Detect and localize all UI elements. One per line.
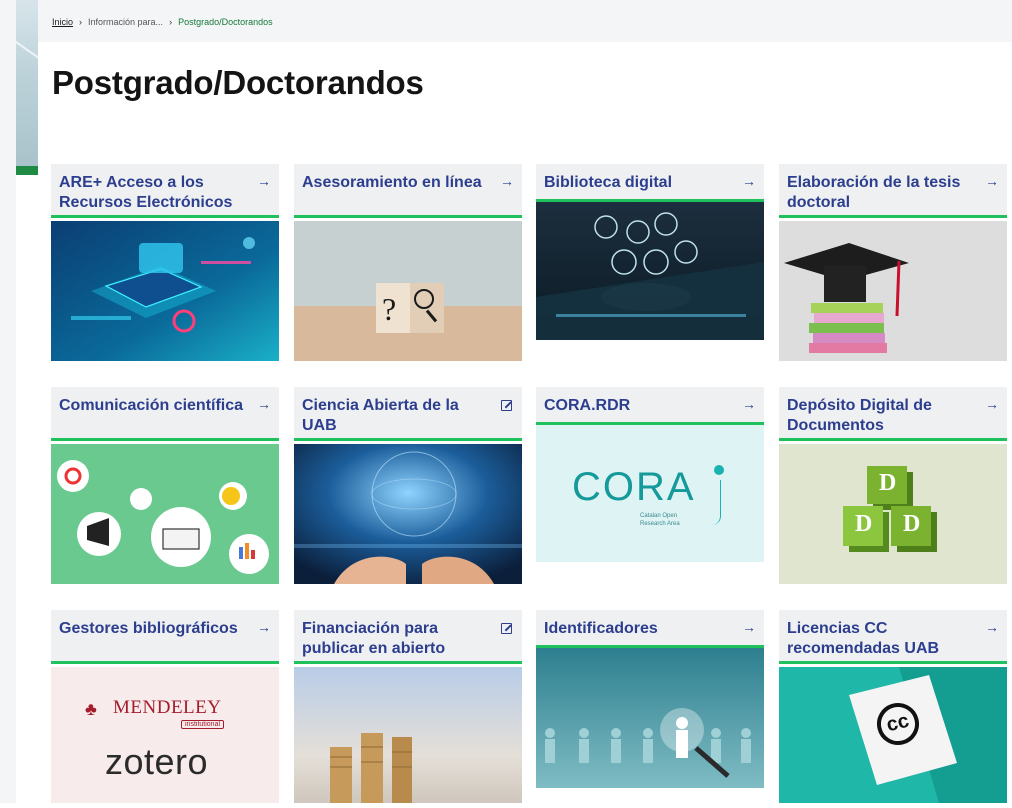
identified-person-image <box>536 648 764 788</box>
card-title[interactable]: Elaboración de la tesis doctoral <box>787 173 977 213</box>
card-header: ARE+ Acceso a los Recursos Electrónicos … <box>51 164 279 218</box>
chevron-right-icon: › <box>169 17 173 27</box>
card-header: Financiación para publicar en abierto <box>294 610 522 664</box>
arrow-right-icon: → <box>257 173 271 189</box>
arrow-right-icon: → <box>985 396 999 412</box>
breadcrumb: Inicio › Información para... › Postgrado… <box>52 17 273 27</box>
card-comunicacion-cientifica[interactable]: Comunicación científica → <box>51 387 279 585</box>
cora-sub-line-1: Catalan Open <box>640 513 678 519</box>
cora-sub-line-2: Research Area <box>640 521 680 527</box>
card-identificadores[interactable]: Identificadores → <box>536 610 764 808</box>
card-header: Asesoramiento en línea → <box>294 164 522 218</box>
ddd-blocks-image: D D D <box>779 444 1007 584</box>
card-financiacion[interactable]: Financiación para publicar en abierto <box>294 610 522 808</box>
d-block-right: D <box>891 506 931 546</box>
sidebar-accent-bar <box>16 166 38 175</box>
card-header: Gestores bibliográficos → <box>51 610 279 664</box>
electronic-resources-laptop-image <box>51 221 279 361</box>
card-header: Identificadores → <box>536 610 764 648</box>
mendeley-institutional-tag: institutional <box>181 720 225 729</box>
question-magnifier-blocks-image: ? <box>294 221 522 361</box>
card-gestores-bibliograficos[interactable]: Gestores bibliográficos → ♣ MENDELEY ins… <box>51 610 279 808</box>
graduation-cap-books-image <box>779 221 1007 361</box>
card-title[interactable]: Ciencia Abierta de la UAB <box>302 396 492 436</box>
card-header: Comunicación científica → <box>51 387 279 441</box>
card-cora-rdr[interactable]: CORA.RDR → CORA Catalan Open Research Ar… <box>536 387 764 585</box>
card-header: Ciencia Abierta de la UAB <box>294 387 522 441</box>
arrow-right-icon: → <box>985 619 999 635</box>
mendeley-zotero-logos-image: ♣ MENDELEY institutional zotero <box>51 667 279 803</box>
breadcrumb-bar: Inicio › Información para... › Postgrado… <box>38 0 1012 42</box>
arrow-right-icon: → <box>257 619 271 635</box>
card-title[interactable]: Licencias CC recomendadas UAB <box>787 619 977 659</box>
card-title[interactable]: Financiación para publicar en abierto <box>302 619 492 659</box>
breadcrumb-middle-link[interactable]: Información para... <box>88 17 163 27</box>
coin-stacks-image <box>294 667 522 803</box>
arrow-right-icon: → <box>742 619 756 635</box>
breadcrumb-current: Postgrado/Doctorandos <box>178 17 273 27</box>
card-title[interactable]: ARE+ Acceso a los Recursos Electrónicos <box>59 173 249 213</box>
cora-logo-image: CORA Catalan Open Research Area <box>536 425 764 562</box>
card-title[interactable]: Comunicación científica <box>59 396 249 416</box>
external-link-icon <box>501 623 512 634</box>
card-title[interactable]: Biblioteca digital <box>544 173 734 193</box>
arrow-right-icon: → <box>257 396 271 412</box>
arrow-right-icon: → <box>500 173 514 189</box>
card-elaboracion-tesis[interactable]: Elaboración de la tesis doctoral → <box>779 164 1007 362</box>
arrow-right-icon: → <box>742 396 756 412</box>
creative-commons-card-image: cc <box>779 667 1007 803</box>
mendeley-icon: ♣ <box>85 699 97 719</box>
arrow-right-icon: → <box>742 173 756 189</box>
card-asesoramiento[interactable]: Asesoramiento en línea → ? <box>294 164 522 362</box>
card-title[interactable]: CORA.RDR <box>544 396 734 416</box>
zotero-logo-text: zotero <box>105 741 209 782</box>
card-title[interactable]: Asesoramiento en línea <box>302 173 492 193</box>
card-header: Elaboración de la tesis doctoral → <box>779 164 1007 218</box>
globe-hands-image <box>294 444 522 584</box>
page-title: Postgrado/Doctorandos <box>52 64 424 101</box>
card-title[interactable]: Identificadores <box>544 619 734 639</box>
card-header: CORA.RDR → <box>536 387 764 425</box>
card-ciencia-abierta[interactable]: Ciencia Abierta de la UAB <box>294 387 522 585</box>
d-block-left: D <box>843 506 883 546</box>
left-gutter <box>0 0 16 803</box>
magnifier-icon <box>414 289 434 309</box>
cora-dot-icon <box>714 465 724 475</box>
mendeley-logo-text: MENDELEY <box>113 697 222 718</box>
card-title[interactable]: Gestores bibliográficos <box>59 619 249 639</box>
card-header: Biblioteca digital → <box>536 164 764 202</box>
card-deposito-digital[interactable]: Depósito Digital de Documentos → D D D <box>779 387 1007 585</box>
cora-logo-text: CORA <box>572 465 696 509</box>
card-licencias-cc[interactable]: Licencias CC recomendadas UAB → cc <box>779 610 1007 808</box>
card-header: Depósito Digital de Documentos → <box>779 387 1007 441</box>
external-link-icon <box>501 400 512 411</box>
science-communication-icons-image <box>51 444 279 584</box>
cora-arc <box>712 480 721 525</box>
sidebar-banner-image <box>16 0 38 166</box>
card-are-acceso[interactable]: ARE+ Acceso a los Recursos Electrónicos … <box>51 164 279 362</box>
card-title[interactable]: Depósito Digital de Documentos <box>787 396 977 436</box>
d-block-top: D <box>867 466 907 504</box>
arrow-right-icon: → <box>985 173 999 189</box>
card-biblioteca-digital[interactable]: Biblioteca digital → <box>536 164 764 362</box>
card-header: Licencias CC recomendadas UAB → <box>779 610 1007 664</box>
breadcrumb-home-link[interactable]: Inicio <box>52 17 73 27</box>
chevron-right-icon: › <box>79 17 83 27</box>
digital-library-keyboard-image <box>536 202 764 340</box>
question-mark-text: ? <box>382 291 397 327</box>
